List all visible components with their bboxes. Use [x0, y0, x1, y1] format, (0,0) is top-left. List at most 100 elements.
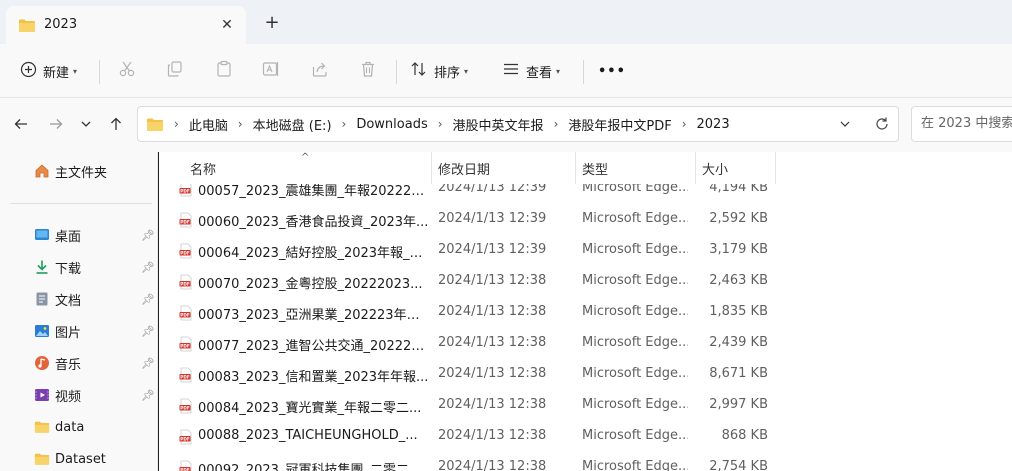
breadcrumb-item-hk-reports[interactable]: 港股中英文年报 [453, 115, 544, 134]
sidebar-item-documents[interactable]: 文档 📌︎ [0, 284, 158, 314]
forward-button[interactable] [46, 114, 66, 134]
sidebar-item-pictures[interactable]: 图片 📌︎ [0, 316, 158, 346]
file-list: ^ 名称 修改日期 类型 大小 PDF 00057_2023_震雄集團_年報202… [159, 152, 1012, 471]
sidebar-item-videos[interactable]: 视频 📌︎ [0, 380, 158, 410]
share-button[interactable] [311, 58, 329, 84]
table-row[interactable]: PDF 00088_2023_TAICHEUNGHOLD_... 2024/1/13… [159, 421, 1012, 452]
arrow-right-icon [50, 119, 63, 129]
file-size: 2,997 KB [709, 397, 768, 412]
file-name: 00084_2023_寶光實業_年報二零二... [198, 401, 422, 416]
svg-text:PDF: PDF [180, 436, 190, 441]
column-divider[interactable] [431, 152, 432, 184]
table-row[interactable]: PDF 00064_2023_結好控股_2023年報_1... 2024/1/13 … [159, 235, 1012, 266]
svg-text:PDF: PDF [180, 374, 190, 379]
delete-button[interactable] [359, 58, 377, 84]
modified-date: 2024/1/13 12:38 [438, 459, 547, 471]
modified-date: 2024/1/13 12:38 [438, 428, 547, 443]
toolbar-divider [99, 60, 100, 84]
column-header-type[interactable]: 类型 [582, 152, 608, 184]
file-name: 00073_2023_亞洲果業_202223年度... [198, 308, 430, 323]
more-options-button[interactable]: ••• [598, 58, 626, 84]
file-type: Microsoft Edge... [582, 366, 688, 381]
chevron-down-icon: ▾ [73, 66, 78, 76]
tab-bar: 2023 ✕ + [0, 0, 1012, 44]
pin-icon: 📌︎ [141, 292, 155, 306]
copy-button[interactable] [166, 58, 184, 84]
table-row[interactable]: PDF 00092_2023_冠軍科技集團_二零二... 2024/1/13 12:… [159, 452, 1012, 471]
sidebar-item-home[interactable]: 主文件夹 [0, 156, 158, 186]
breadcrumb-separator-icon: › [174, 117, 179, 131]
music-icon [34, 355, 50, 371]
copy-icon [166, 60, 184, 82]
table-row[interactable]: PDF 00070_2023_金粵控股_20222023... 2024/1/13 … [159, 266, 1012, 297]
table-row[interactable]: PDF 00073_2023_亞洲果業_202223年度... 2024/1/13 … [159, 297, 1012, 328]
sort-ascending-icon: ^ [301, 152, 310, 163]
column-divider[interactable] [775, 152, 776, 184]
pin-icon: 📌︎ [141, 356, 155, 370]
cut-button[interactable] [118, 58, 136, 84]
column-header-date[interactable]: 修改日期 [438, 152, 490, 184]
table-row[interactable]: PDF 00057_2023_震雄集團_年報202223... 2024/1/13 … [159, 184, 1012, 204]
table-row[interactable]: PDF 00084_2023_寶光實業_年報二零二... 2024/1/13 12:… [159, 390, 1012, 421]
recent-locations-button[interactable] [76, 114, 96, 134]
pdf-file-icon: PDF [178, 305, 194, 321]
column-divider[interactable] [575, 152, 576, 184]
chevron-down-icon [81, 121, 91, 127]
view-button-label: 查看 [526, 65, 553, 81]
file-rows: PDF 00057_2023_震雄集團_年報202223... 2024/1/13 … [159, 184, 1012, 471]
address-bar[interactable]: › 此电脑 › 本地磁盘 (E:) › Downloads › 港股中英文年报 … [137, 106, 899, 142]
breadcrumb-item-current[interactable]: 2023 [697, 117, 730, 132]
sidebar-item-desktop[interactable]: 桌面 📌︎ [0, 220, 158, 250]
file-size: 2,463 KB [709, 273, 768, 288]
breadcrumb-item-downloads[interactable]: Downloads [356, 117, 427, 132]
table-row[interactable]: PDF 00077_2023_進智公共交通_202220... 2024/1/13 … [159, 328, 1012, 359]
new-tab-button[interactable]: + [262, 14, 282, 34]
modified-date: 2024/1/13 12:38 [438, 304, 547, 319]
breadcrumb-item-this-pc[interactable]: 此电脑 [189, 115, 228, 134]
search-input[interactable]: 在 2023 中搜索 [911, 106, 1012, 142]
modified-date: 2024/1/13 12:38 [438, 273, 547, 288]
sidebar-item-data[interactable]: data [0, 412, 158, 442]
share-icon [311, 60, 329, 82]
sidebar-item-music[interactable]: 音乐 📌︎ [0, 348, 158, 378]
rename-button[interactable] [262, 58, 280, 84]
file-name: 00070_2023_金粵控股_20222023... [198, 277, 423, 292]
back-button[interactable] [11, 114, 31, 134]
column-divider[interactable] [695, 152, 696, 184]
table-row[interactable]: PDF 00060_2023_香港食品投資_2023年... 2024/1/13 1… [159, 204, 1012, 235]
new-button[interactable]: 新建 ▾ [20, 58, 77, 84]
new-button-label: 新建 [43, 65, 70, 81]
sidebar-item-label: 图片 [55, 325, 82, 341]
sidebar-item-dataset[interactable]: Dataset [0, 444, 158, 471]
paste-button[interactable] [215, 58, 233, 84]
up-button[interactable] [106, 114, 126, 134]
command-bar: 新建 ▾ 排序 ▾ 查看 ▾ ••• [0, 44, 1012, 98]
modified-date: 2024/1/13 12:38 [438, 366, 547, 381]
arrow-left-icon [14, 119, 27, 129]
table-row[interactable]: PDF 00083_2023_信和置業_2023年年報... 2024/1/13 1… [159, 359, 1012, 390]
video-icon [34, 387, 50, 403]
svg-text:PDF: PDF [180, 281, 190, 286]
refresh-icon[interactable] [874, 116, 890, 136]
chevron-down-icon: ▾ [556, 66, 561, 76]
sort-button[interactable]: 排序 ▾ [410, 58, 468, 84]
breadcrumb-item-chinese-pdf[interactable]: 港股年报中文PDF [568, 115, 671, 134]
pin-icon: 📌︎ [141, 388, 155, 402]
trash-icon [359, 60, 377, 82]
file-type: Microsoft Edge... [582, 335, 688, 350]
sidebar-item-downloads[interactable]: 下载 📌︎ [0, 252, 158, 282]
close-tab-icon[interactable]: ✕ [218, 16, 236, 34]
tab-2023[interactable]: 2023 ✕ [6, 6, 246, 44]
column-header-size[interactable]: 大小 [702, 152, 728, 184]
pdf-file-icon: PDF [178, 460, 194, 471]
address-history-chevron-icon[interactable] [838, 117, 852, 135]
home-icon [34, 163, 50, 179]
breadcrumb-item-drive[interactable]: 本地磁盘 (E:) [253, 115, 332, 134]
view-button[interactable]: 查看 ▾ [502, 58, 560, 84]
file-type: Microsoft Edge... [582, 184, 688, 195]
arrow-up-icon [111, 117, 121, 130]
sidebar-item-label: Dataset [55, 451, 106, 467]
pin-icon: 📌︎ [141, 228, 155, 242]
column-header-name[interactable]: 名称 [190, 152, 216, 184]
pdf-file-icon: PDF [178, 274, 194, 290]
